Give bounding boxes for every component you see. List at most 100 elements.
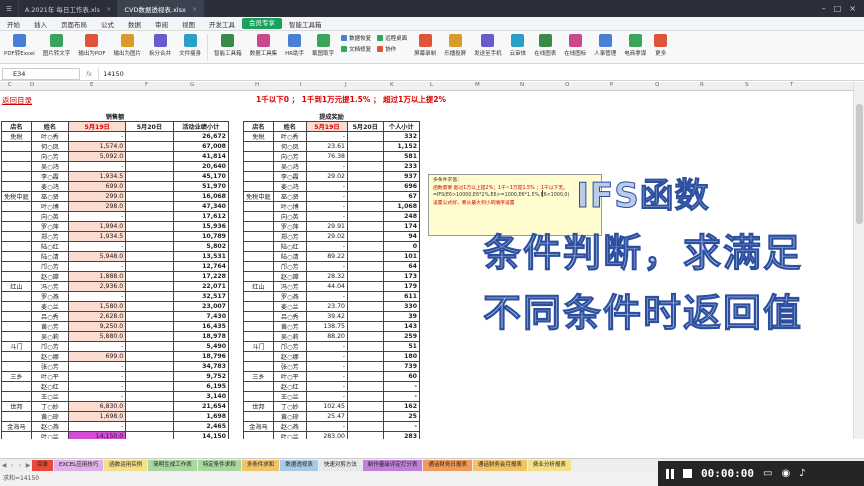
data-cell[interactable] [1, 291, 32, 302]
data-cell[interactable] [125, 131, 174, 142]
data-cell[interactable]: 陆○清 [30, 251, 70, 262]
header-cell[interactable]: 姓名 [30, 121, 70, 132]
data-cell[interactable]: 39.42 [305, 311, 348, 322]
data-cell[interactable] [243, 201, 274, 212]
data-cell[interactable]: 叶○兰 [30, 431, 70, 439]
data-cell[interactable]: 17,612 [172, 211, 230, 222]
data-cell[interactable]: - [68, 361, 127, 372]
data-cell[interactable]: - [382, 391, 421, 402]
ribbon-button[interactable]: 图片转文字 [39, 34, 75, 57]
data-cell[interactable]: 三乡 [1, 371, 32, 382]
ribbon-button[interactable]: 拆分合并 [145, 34, 175, 57]
data-cell[interactable] [125, 211, 174, 222]
data-cell[interactable]: 51,970 [172, 181, 230, 192]
data-cell[interactable]: 23.70 [305, 301, 348, 312]
data-cell[interactable]: 王○兰 [30, 391, 70, 402]
data-cell[interactable]: - [68, 261, 127, 272]
data-cell[interactable]: 叶○平 [30, 371, 70, 382]
column-header[interactable]: P [610, 82, 613, 88]
data-cell[interactable] [243, 141, 274, 152]
column-header[interactable]: H [255, 82, 259, 88]
sheet-tab[interactable]: 特定条件求和 [197, 460, 241, 471]
data-cell[interactable]: - [68, 131, 127, 142]
data-cell[interactable]: 1,698.0 [68, 411, 127, 422]
data-cell[interactable] [1, 391, 32, 402]
data-cell[interactable]: 黄○芳 [272, 321, 307, 332]
ribbon-small-button[interactable]: 文档修复 [341, 45, 371, 53]
data-cell[interactable] [346, 181, 384, 192]
data-cell[interactable]: 102.45 [305, 401, 348, 412]
data-cell[interactable] [125, 331, 174, 342]
data-cell[interactable]: 黄○琼 [30, 411, 70, 422]
data-cell[interactable] [125, 411, 174, 422]
data-cell[interactable] [243, 301, 274, 312]
first-sheet-icon[interactable]: ◀ [0, 462, 8, 469]
data-cell[interactable] [346, 311, 384, 322]
data-cell[interactable]: 14,150 [172, 431, 230, 439]
data-cell[interactable]: - [305, 371, 348, 382]
data-cell[interactable]: 1,698 [172, 411, 230, 422]
data-cell[interactable]: - [305, 261, 348, 272]
data-cell[interactable] [346, 401, 384, 412]
data-cell[interactable] [125, 201, 174, 212]
column-header[interactable]: T [790, 82, 793, 88]
sheet-tab[interactable]: 通话财务日报表 [423, 460, 472, 471]
data-cell[interactable]: 赵○燕 [272, 421, 307, 432]
data-cell[interactable]: - [68, 211, 127, 222]
data-cell[interactable] [125, 161, 174, 172]
data-cell[interactable]: 巫○贤 [30, 191, 70, 202]
column-header[interactable]: O [565, 82, 569, 88]
data-cell[interactable]: 巫○贤 [272, 191, 307, 202]
data-cell[interactable] [1, 141, 32, 152]
data-cell[interactable] [346, 371, 384, 382]
data-cell[interactable]: - [68, 291, 127, 302]
header-cell[interactable]: 5月19日 [68, 121, 127, 132]
column-header[interactable]: I [300, 82, 302, 88]
data-cell[interactable]: 12,764 [172, 261, 230, 272]
data-cell[interactable] [1, 351, 32, 362]
data-cell[interactable]: 29.02 [305, 171, 348, 182]
data-cell[interactable]: 吴○莉 [272, 331, 307, 342]
data-cell[interactable] [125, 191, 174, 202]
data-cell[interactable]: 1,580.0 [68, 301, 127, 312]
data-cell[interactable] [243, 261, 274, 272]
data-cell[interactable]: - [382, 421, 421, 432]
column-header[interactable]: R [700, 82, 704, 88]
data-cell[interactable]: 向○芳 [30, 151, 70, 162]
data-cell[interactable] [125, 371, 174, 382]
data-cell[interactable]: 叶○秀 [30, 131, 70, 142]
data-cell[interactable]: 金海马 [1, 421, 32, 432]
data-cell[interactable] [1, 331, 32, 342]
data-cell[interactable]: 叶○秀 [272, 131, 307, 142]
data-cell[interactable]: - [68, 391, 127, 402]
data-cell[interactable] [125, 421, 174, 432]
data-cell[interactable]: 174 [382, 221, 421, 232]
data-cell[interactable] [243, 171, 274, 182]
data-cell[interactable]: 5,880.0 [68, 331, 127, 342]
data-cell[interactable] [1, 221, 32, 232]
data-cell[interactable]: - [68, 421, 127, 432]
data-cell[interactable]: 李○霞 [272, 171, 307, 182]
fx-icon[interactable]: fx [86, 70, 92, 78]
data-cell[interactable]: 22,071 [172, 281, 230, 292]
sheet-tab[interactable]: 函数运用实例 [104, 460, 148, 471]
data-cell[interactable]: 向○英 [30, 211, 70, 222]
header-cell[interactable]: 店名 [243, 121, 274, 132]
data-cell[interactable] [243, 381, 274, 392]
data-cell[interactable] [243, 291, 274, 302]
data-cell[interactable] [125, 351, 174, 362]
data-cell[interactable]: 吕○秀 [30, 311, 70, 322]
data-cell[interactable] [346, 171, 384, 182]
data-cell[interactable]: 2,465 [172, 421, 230, 432]
data-cell[interactable] [346, 301, 384, 312]
menu-item[interactable]: 视图 [175, 19, 202, 29]
data-cell[interactable]: - [305, 241, 348, 252]
data-cell[interactable]: 1,934.5 [68, 231, 127, 242]
data-cell[interactable] [125, 271, 174, 282]
data-cell[interactable]: 16,435 [172, 321, 230, 332]
data-cell[interactable]: 红山 [1, 281, 32, 292]
data-cell[interactable]: 吕○秀 [272, 311, 307, 322]
sheet-tab[interactable]: 费业分析报表 [527, 460, 571, 471]
data-cell[interactable] [125, 321, 174, 332]
data-cell[interactable]: 1,152 [382, 141, 421, 152]
